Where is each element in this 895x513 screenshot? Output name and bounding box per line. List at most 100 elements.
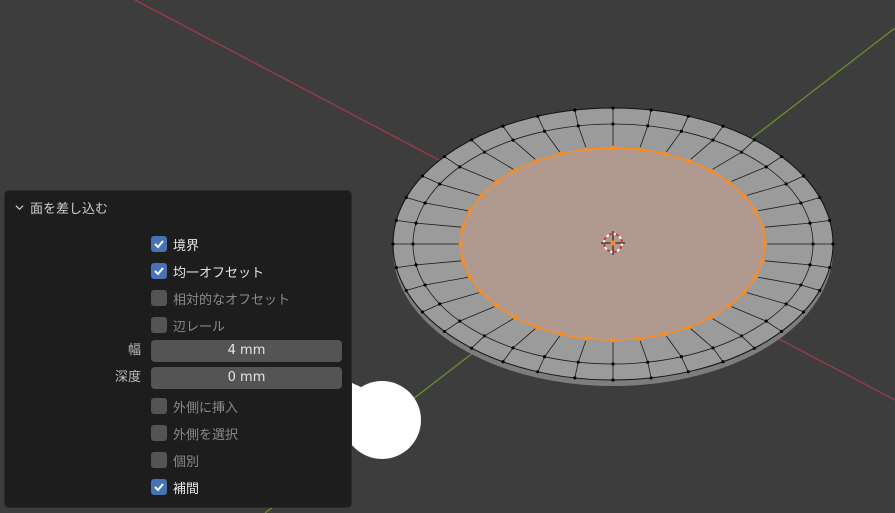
- mesh-vertex: [414, 263, 418, 267]
- selected-vertex: [479, 289, 484, 295]
- option-boundary[interactable]: 境界: [151, 234, 199, 254]
- mesh-vertex: [818, 288, 822, 293]
- selected-vertex: [479, 193, 484, 199]
- mesh-vertex: [784, 182, 788, 186]
- selected-vertex: [637, 147, 642, 152]
- option-edge-rail[interactable]: 辺レール: [151, 315, 225, 335]
- thickness-label: 幅: [127, 343, 141, 358]
- selected-vertex: [558, 151, 564, 156]
- mesh-vertex: [536, 114, 540, 118]
- selected-vertex: [584, 336, 589, 341]
- selected-vertex: [742, 289, 747, 295]
- mesh-vertex: [404, 195, 408, 200]
- mesh-vertex: [404, 288, 408, 293]
- mesh-vertex: [721, 360, 725, 364]
- option-label: 外側を選択: [173, 427, 239, 443]
- option-even-offset[interactable]: 均一オフセット: [151, 261, 264, 281]
- option-label: 個別: [173, 454, 200, 470]
- mesh-vertex: [482, 150, 487, 154]
- option-individual[interactable]: 個別: [151, 450, 199, 470]
- selected-vertex: [558, 332, 564, 337]
- mesh-vertex: [779, 154, 784, 159]
- selected-vertex: [584, 147, 589, 152]
- checkbox-unchecked-icon[interactable]: [151, 425, 167, 441]
- chevron-down-icon: [15, 204, 24, 210]
- selected-vertex: [753, 274, 759, 280]
- checkbox-unchecked-icon[interactable]: [151, 317, 167, 333]
- selected-vertex: [742, 193, 747, 199]
- panel-title: 面を差し込む: [30, 201, 109, 217]
- option-label: 外側に挿入: [173, 400, 239, 416]
- mesh-vertex: [801, 310, 806, 314]
- mesh-vertex: [711, 346, 715, 350]
- option-label: 均一オフセット: [173, 265, 265, 281]
- selected-vertex: [762, 241, 768, 247]
- mesh-vertex: [573, 108, 577, 112]
- option-outset[interactable]: 外側に挿入: [151, 396, 238, 416]
- checkbox-unchecked-icon[interactable]: [151, 398, 167, 414]
- option-label: 相対的なオフセット: [173, 292, 291, 308]
- option-interpolate[interactable]: 補間: [151, 477, 199, 497]
- mesh-vertex: [784, 302, 788, 306]
- mesh-vertex: [611, 362, 615, 366]
- mesh-vertex: [801, 174, 806, 178]
- checkbox-checked-icon[interactable]: [151, 263, 167, 279]
- option-select-outer[interactable]: 外側を選択: [151, 423, 238, 443]
- mesh-vertex: [779, 329, 784, 334]
- selected-vertex: [708, 315, 713, 320]
- mesh-vertex: [828, 266, 832, 270]
- thickness-field[interactable]: 4 mm: [151, 340, 342, 362]
- selected-vertex: [727, 180, 732, 185]
- mesh-vertex: [501, 360, 505, 364]
- checkbox-checked-icon[interactable]: [151, 236, 167, 252]
- selected-vertex: [461, 258, 466, 263]
- mesh-vertex: [458, 319, 462, 323]
- mesh-vertex: [438, 302, 442, 306]
- selected-vertex: [458, 241, 464, 247]
- mesh-vertex: [711, 138, 715, 142]
- mesh-vertex: [679, 129, 684, 133]
- mesh-vertex: [764, 319, 768, 323]
- checkbox-checked-icon[interactable]: [151, 479, 167, 495]
- mesh-vertex: [573, 376, 577, 380]
- mesh-vertex: [394, 218, 398, 222]
- mesh-vertex: [752, 346, 757, 350]
- selected-vertex: [708, 168, 713, 173]
- selected-vertex: [494, 303, 499, 308]
- depth-label: 深度: [114, 370, 141, 385]
- selected-vertex: [610, 145, 616, 151]
- mesh-vertex: [808, 221, 812, 225]
- mesh-vertex: [646, 124, 650, 128]
- checkbox-unchecked-icon[interactable]: [151, 290, 167, 306]
- option-relative-offset[interactable]: 相対的なオフセット: [151, 288, 290, 308]
- selected-vertex: [662, 151, 668, 156]
- mesh-vertex: [739, 150, 744, 154]
- selected-vertex: [686, 158, 692, 164]
- mesh-vertex: [828, 218, 832, 222]
- selected-vertex: [727, 303, 732, 308]
- mesh-vertex: [799, 283, 803, 287]
- selected-vertex: [662, 332, 668, 337]
- mesh-vertex: [394, 266, 398, 270]
- panel-header[interactable]: 面を差し込む: [15, 197, 108, 217]
- selected-vertex: [461, 225, 466, 230]
- mesh-vertex: [438, 182, 442, 186]
- depth-field[interactable]: 0 mm: [151, 367, 342, 389]
- selected-vertex: [534, 324, 540, 330]
- mesh-vertex: [482, 334, 487, 338]
- option-label: 境界: [173, 238, 200, 254]
- selected-vertex: [610, 337, 616, 343]
- mesh-vertex: [501, 124, 505, 128]
- checkbox-unchecked-icon[interactable]: [151, 452, 167, 468]
- mesh-vertex: [679, 355, 684, 359]
- mesh-vertex: [739, 334, 744, 338]
- mesh-vertex: [611, 378, 615, 382]
- mesh-vertex: [411, 242, 415, 246]
- mesh-vertex: [536, 370, 540, 374]
- mesh-vertex: [576, 124, 580, 128]
- mesh-vertex: [420, 174, 425, 178]
- selected-vertex: [513, 315, 518, 320]
- mesh-vertex: [764, 165, 768, 169]
- mesh-vertex: [469, 346, 474, 350]
- mesh-vertex: [458, 165, 462, 169]
